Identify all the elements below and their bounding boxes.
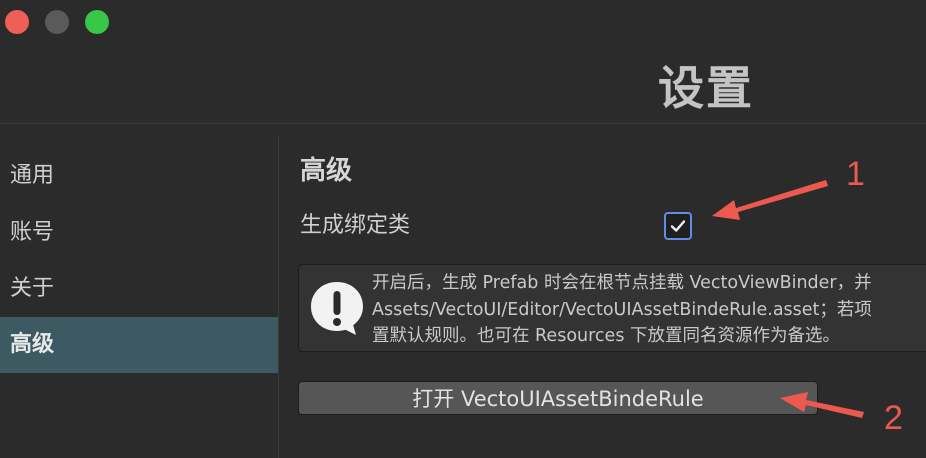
sidebar-item-account[interactable]: 账号	[0, 205, 278, 261]
generate-binding-class-label: 生成绑定类	[300, 213, 411, 238]
close-window-button[interactable]	[5, 10, 29, 34]
sidebar: 通用 账号 关于 高级	[0, 124, 278, 458]
annotation-marker-1: 1	[846, 155, 865, 193]
info-text-line: 置默认规则。也可在 Resources 下放置同名资源作为备选。	[372, 326, 840, 346]
minimize-window-button[interactable]	[45, 10, 69, 34]
annotation-marker-2: 2	[884, 399, 903, 437]
sidebar-item-advanced[interactable]: 高级	[0, 317, 278, 373]
exclamation-bubble-icon	[311, 282, 363, 335]
window-controls	[5, 10, 109, 34]
page-title: 设置	[658, 61, 754, 115]
section-title: 高级	[300, 156, 353, 186]
info-text-line: 开启后，生成 Prefab 时会在根节点挂载 VectoViewBinder，并	[372, 273, 872, 293]
checkmark-icon	[670, 220, 686, 232]
generate-binding-class-checkbox[interactable]	[664, 212, 692, 240]
info-text-line: Assets/VectoUI/Editor/VectoUIAssetBindeR…	[372, 299, 872, 320]
sidebar-item-general[interactable]: 通用	[0, 148, 278, 204]
info-help-box: 开启后，生成 Prefab 时会在根节点挂载 VectoViewBinder，并…	[298, 264, 926, 352]
sidebar-divider	[278, 136, 279, 458]
maximize-window-button[interactable]	[85, 10, 109, 34]
sidebar-item-about[interactable]: 关于	[0, 261, 278, 317]
arrow-1	[712, 180, 828, 220]
open-binde-rule-button[interactable]: 打开 VectoUIAssetBindeRule	[298, 381, 818, 415]
